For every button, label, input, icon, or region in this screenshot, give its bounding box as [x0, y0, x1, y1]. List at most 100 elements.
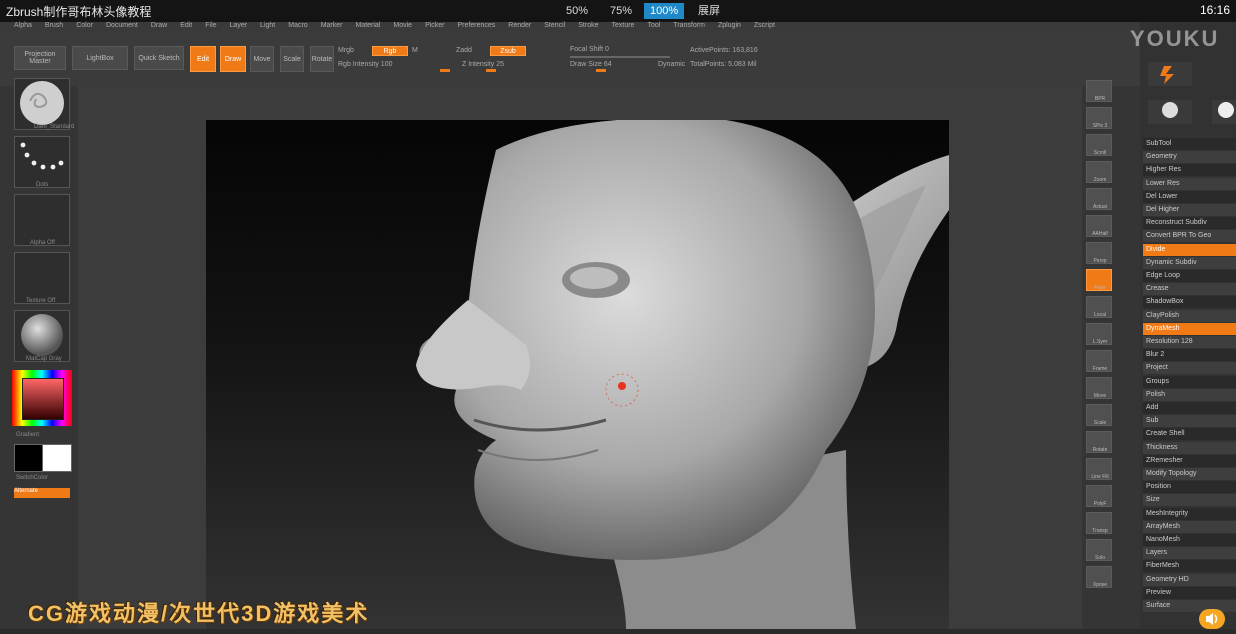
palette-row-lower-res[interactable]: Lower Res: [1143, 177, 1236, 190]
menu-item-material[interactable]: Material: [355, 22, 380, 29]
alternate-button[interactable]: Alternate: [14, 488, 70, 498]
zsub-toggle[interactable]: Zsub: [490, 46, 526, 56]
palette-row-crease[interactable]: Crease: [1143, 283, 1236, 296]
palette-row-add[interactable]: Add: [1143, 402, 1236, 414]
projection-master-button[interactable]: Projection Master: [14, 46, 66, 70]
secondary-color-swatch[interactable]: [42, 444, 72, 472]
palette-row-subtool[interactable]: SubTool: [1143, 138, 1236, 150]
menu-item-preferences[interactable]: Preferences: [458, 22, 496, 29]
shelf-button-actual[interactable]: Actual: [1086, 188, 1112, 210]
stroke-selector[interactable]: [14, 136, 70, 188]
draw-button[interactable]: Draw: [220, 46, 246, 72]
material-selector[interactable]: [14, 310, 70, 362]
menu-item-tool[interactable]: Tool: [647, 22, 660, 29]
palette-row-nanomesh[interactable]: NanoMesh: [1143, 534, 1236, 546]
rgb-toggle[interactable]: Rgb: [372, 46, 408, 56]
menu-item-alpha[interactable]: Alpha: [14, 22, 32, 29]
menu-item-layer[interactable]: Layer: [230, 22, 248, 29]
shelf-button-move[interactable]: Move: [1086, 377, 1112, 399]
palette-row-project[interactable]: Project: [1143, 362, 1236, 375]
menu-item-document[interactable]: Document: [106, 22, 138, 29]
shelf-button-aahalf[interactable]: AAHalf: [1086, 215, 1112, 237]
primary-color-swatch[interactable]: [14, 444, 44, 472]
menu-item-picker[interactable]: Picker: [425, 22, 444, 29]
mrgb-toggle[interactable]: Mrgb: [338, 47, 354, 54]
palette-row-modify-topology[interactable]: Modify Topology: [1143, 468, 1236, 480]
menu-item-movie[interactable]: Movie: [393, 22, 412, 29]
palette-row-edge-loop[interactable]: Edge Loop: [1143, 270, 1236, 282]
m-toggle[interactable]: M: [412, 47, 418, 54]
menu-item-macro[interactable]: Macro: [288, 22, 307, 29]
palette-row-position[interactable]: Position: [1143, 481, 1236, 494]
palette-row-dynamic-subdiv[interactable]: Dynamic Subdiv: [1143, 256, 1236, 269]
palette-row-resolution-128[interactable]: Resolution 128: [1143, 336, 1236, 348]
edit-button[interactable]: Edit: [190, 46, 216, 72]
palette-row-dynamesh[interactable]: DynaMesh: [1143, 322, 1236, 335]
menu-item-zplugin[interactable]: Zplugin: [718, 22, 741, 29]
menu-item-texture[interactable]: Texture: [611, 22, 634, 29]
rgb-intensity-slider[interactable]: Rgb Intensity 100: [338, 61, 392, 68]
alpha-selector[interactable]: [14, 194, 70, 246]
palette-row-del-higher[interactable]: Del Higher: [1143, 204, 1236, 216]
shelf-button-transp[interactable]: Transp: [1086, 512, 1112, 534]
fullscreen-button[interactable]: 展屏: [692, 3, 726, 19]
z-intensity-slider[interactable]: Z Intensity 25: [462, 61, 504, 68]
palette-row-reconstruct-subdiv[interactable]: Reconstruct Subdiv: [1143, 217, 1236, 230]
zadd-toggle[interactable]: Zadd: [456, 47, 472, 54]
palette-row-geometry[interactable]: Geometry: [1143, 151, 1236, 164]
shelf-button-local[interactable]: Local: [1086, 296, 1112, 318]
draw-size-slider[interactable]: Draw Size 64: [570, 61, 612, 68]
volume-button[interactable]: [1199, 609, 1225, 629]
shelf-button-frame[interactable]: Frame: [1086, 350, 1112, 372]
texture-selector[interactable]: [14, 252, 70, 304]
shelf-button-solo[interactable]: Solo: [1086, 539, 1112, 561]
menu-item-marker[interactable]: Marker: [321, 22, 343, 29]
color-picker[interactable]: [12, 370, 72, 426]
zoom-50-button[interactable]: 50%: [560, 3, 594, 19]
subtool-sphere-thumb[interactable]: [1212, 100, 1236, 124]
palette-row-sub[interactable]: Sub: [1143, 415, 1236, 428]
zoom-75-button[interactable]: 75%: [604, 3, 638, 19]
menu-item-stroke[interactable]: Stroke: [578, 22, 598, 29]
shelf-button-xpose[interactable]: Xpose: [1086, 566, 1112, 588]
shelf-button-scroll[interactable]: Scroll: [1086, 134, 1112, 156]
palette-row-shadowbox[interactable]: ShadowBox: [1143, 296, 1236, 309]
subtool-goblin-thumb[interactable]: [1148, 62, 1192, 86]
focal-shift-slider[interactable]: Focal Shift 0: [570, 46, 609, 53]
shelf-button-bpr[interactable]: BPR: [1086, 80, 1112, 102]
menu-item-color[interactable]: Color: [76, 22, 93, 29]
menu-item-file[interactable]: File: [205, 22, 216, 29]
switch-color-button[interactable]: SwitchColor: [16, 475, 48, 481]
palette-row-claypolish[interactable]: ClayPolish: [1143, 309, 1236, 322]
palette-row-geometry-hd[interactable]: Geometry HD: [1143, 573, 1236, 586]
palette-row-higher-res[interactable]: Higher Res: [1143, 164, 1236, 177]
scale-button[interactable]: Scale: [280, 46, 304, 72]
palette-row-blur-2[interactable]: Blur 2: [1143, 349, 1236, 362]
shelf-button-polyf[interactable]: PolyF: [1086, 485, 1112, 507]
subtool-simplebrush-thumb[interactable]: [1148, 100, 1192, 124]
palette-row-create-shell[interactable]: Create Shell: [1143, 428, 1236, 441]
menu-item-transform[interactable]: Transform: [673, 22, 705, 29]
palette-row-layers[interactable]: Layers: [1143, 547, 1236, 560]
palette-row-del-lower[interactable]: Del Lower: [1143, 190, 1236, 203]
shelf-button-spix-3[interactable]: SPix 3: [1086, 107, 1112, 129]
palette-row-divide[interactable]: Divide: [1143, 243, 1236, 256]
menu-item-edit[interactable]: Edit: [180, 22, 192, 29]
palette-row-size[interactable]: Size: [1143, 494, 1236, 507]
shelf-button-scale[interactable]: Scale: [1086, 404, 1112, 426]
sculpt-viewport[interactable]: [206, 120, 949, 629]
shelf-button-line-fill[interactable]: Line Fill: [1086, 458, 1112, 480]
dynamic-toggle[interactable]: Dynamic: [658, 61, 685, 68]
rotate-button[interactable]: Rotate: [310, 46, 334, 72]
palette-row-groups[interactable]: Groups: [1143, 375, 1236, 388]
menu-item-render[interactable]: Render: [508, 22, 531, 29]
quick-sketch-button[interactable]: Quick Sketch: [134, 46, 184, 70]
menu-item-light[interactable]: Light: [260, 22, 275, 29]
palette-row-arraymesh[interactable]: ArrayMesh: [1143, 520, 1236, 533]
palette-row-thickness[interactable]: Thickness: [1143, 441, 1236, 454]
brush-selector[interactable]: [14, 78, 70, 130]
palette-row-polish[interactable]: Polish: [1143, 388, 1236, 401]
menu-item-brush[interactable]: Brush: [45, 22, 63, 29]
palette-row-convert-bpr-to-geo[interactable]: Convert BPR To Geo: [1143, 230, 1236, 243]
shelf-button-zoom[interactable]: Zoom: [1086, 161, 1112, 183]
